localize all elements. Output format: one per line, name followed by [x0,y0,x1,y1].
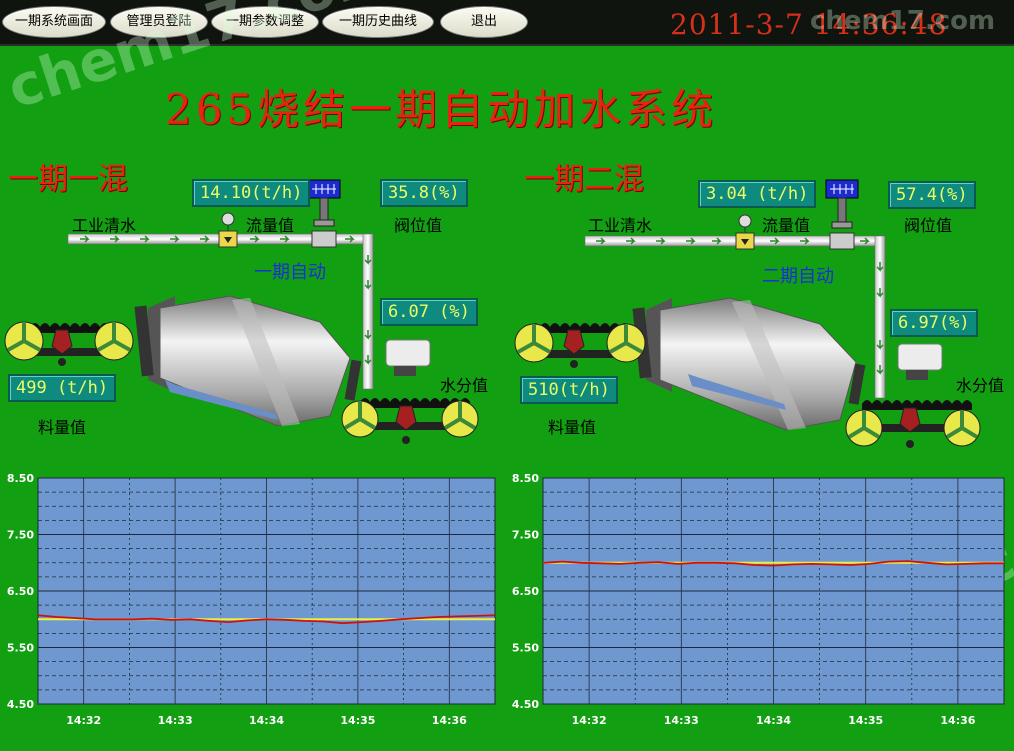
y-tick-label: 6.50 [512,585,539,598]
right-flowmeter-icon [735,214,755,250]
left-moisture-trend-chart: 8.50 7.50 6.50 5.50 4.50 14:32 14:33 14:34 14:35… [0,470,505,740]
left-flow-label: 流量值 [246,216,295,235]
x-tick-label: 14:32 [66,714,101,727]
left-section-title: 一期一混 [8,162,128,197]
y-tick-label: 7.50 [512,529,539,542]
left-valve-label: 阀位值 [394,216,443,235]
left-discharge-conveyor [341,398,479,444]
left-moisture-value: 6.07 (%) [380,298,478,326]
y-tick-label: 6.50 [7,585,34,598]
right-moisture-meter-icon [897,343,943,380]
left-feed-value: 499 (t/h) [8,374,117,402]
right-section-title: 一期二混 [524,162,644,197]
left-flowmeter-icon [218,212,238,248]
right-moisture-value: 6.97(%) [890,309,978,337]
process-diagram [4,179,981,448]
right-water-label: 工业清水 [588,216,653,235]
x-tick-label: 14:35 [848,714,883,727]
right-feed-value: 510(t/h) [520,376,618,404]
right-moisture-trend-chart: 8.50 7.50 6.50 5.50 4.50 14:32 14:33 14:34 14:35… [505,470,1014,740]
y-tick-label: 5.50 [512,642,539,655]
left-trend-svg: 8.50 7.50 6.50 5.50 4.50 14:32 14:33 14:34 14:35… [7,472,496,727]
right-moisture-label: 水分值 [956,376,1005,395]
left-feed-conveyor [4,321,134,366]
left-moisture-meter-icon [385,339,431,376]
x-tick-label: 14:35 [340,714,375,727]
left-water-label: 工业清水 [72,216,137,235]
x-tick-label: 14:36 [432,714,467,727]
y-tick-label: 8.50 [7,472,34,485]
left-flow-value: 14.10(t/h) [192,179,311,207]
right-mode-label: 二期自动 [762,266,834,287]
left-control-valve-icon [307,179,341,248]
right-valve-label: 阀位值 [904,216,953,235]
right-flow-value: 3.04 (t/h) [698,180,817,208]
left-mixing-drum [134,295,362,427]
y-tick-label: 4.50 [512,698,539,711]
y-tick-label: 8.50 [512,472,539,485]
y-tick-label: 7.50 [7,529,34,542]
right-control-valve-icon [825,179,859,250]
y-tick-label: 5.50 [7,642,34,655]
x-tick-label: 14:36 [940,714,975,727]
right-valve-value: 57.4(%) [888,181,976,209]
right-flow-label: 流量值 [762,216,811,235]
x-tick-label: 14:33 [664,714,699,727]
right-mixing-drum [632,297,866,431]
x-tick-label: 14:34 [249,714,284,727]
left-valve-value: 35.8(%) [380,179,468,207]
x-tick-label: 14:32 [572,714,607,727]
left-feed-label: 料量值 [38,418,87,437]
y-tick-label: 4.50 [7,698,34,711]
left-mode-label: 一期自动 [254,262,326,283]
right-feed-conveyor [514,323,646,368]
right-trend-svg: 8.50 7.50 6.50 5.50 4.50 14:32 14:33 14:34 14:35… [512,472,1005,727]
right-feed-label: 料量值 [548,418,597,437]
right-discharge-conveyor [845,400,981,448]
x-tick-label: 14:33 [158,714,193,727]
x-tick-label: 14:34 [756,714,791,727]
left-moisture-label: 水分值 [440,376,489,395]
